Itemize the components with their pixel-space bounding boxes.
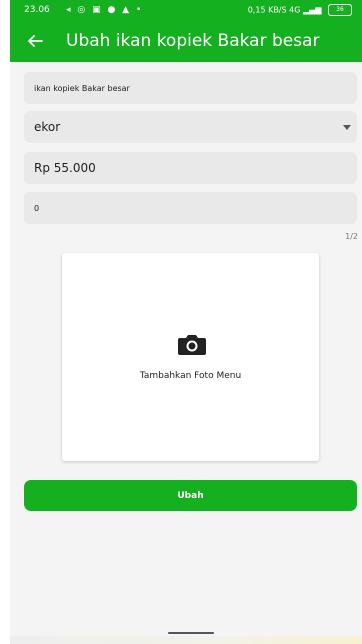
price-field[interactable]: Rp 55.000: [24, 152, 357, 184]
status-bar: 23.06 ◂ ◎ ▣ ● ▲ • 0,15 KB/S 4G ▂▄▆ 36: [10, 0, 362, 22]
signal-text: 4G: [289, 5, 301, 15]
unit-dropdown[interactable]: ekor: [24, 111, 357, 143]
gesture-nav-bar[interactable]: [168, 632, 214, 634]
notification-icons: ◂ ◎ ▣ ● ▲ •: [66, 5, 144, 15]
app-bar: Ubah ikan kopiek Bakar besar: [10, 22, 362, 62]
stock-field[interactable]: 0: [24, 192, 357, 224]
price-value: Rp 55.000: [34, 161, 96, 175]
signal-icon: ▂▄▆: [302, 5, 322, 15]
bottom-strip: [10, 636, 362, 644]
stock-value: 0: [34, 203, 40, 213]
submit-button-label: Ubah: [177, 490, 204, 501]
menu-name-value: ikan kopiek Bakar besar: [34, 83, 130, 93]
arrow-left-icon[interactable]: [24, 30, 46, 52]
field-counter: 1/2: [345, 232, 358, 241]
battery-level: 36: [336, 6, 344, 13]
add-photo-label: Tambahkan Foto Menu: [139, 371, 242, 381]
add-photo-card[interactable]: Tambahkan Foto Menu: [62, 253, 319, 461]
dropdown-arrow-icon: [343, 125, 351, 130]
status-time: 23.06: [24, 5, 50, 15]
submit-button[interactable]: Ubah: [24, 480, 357, 511]
menu-name-field[interactable]: ikan kopiek Bakar besar: [24, 72, 357, 104]
status-right-icons: 0,15 KB/S 4G ▂▄▆ 36: [248, 4, 352, 16]
network-speed: 0,15 KB/S: [247, 5, 287, 15]
battery-icon: 36: [328, 4, 352, 16]
unit-value: ekor: [34, 120, 61, 134]
page-title: Ubah ikan kopiek Bakar besar: [66, 31, 320, 51]
camera-icon: [177, 332, 207, 356]
app-screen: 23.06 ◂ ◎ ▣ ● ▲ • 0,15 KB/S 4G ▂▄▆ 36 Ub…: [10, 0, 362, 644]
